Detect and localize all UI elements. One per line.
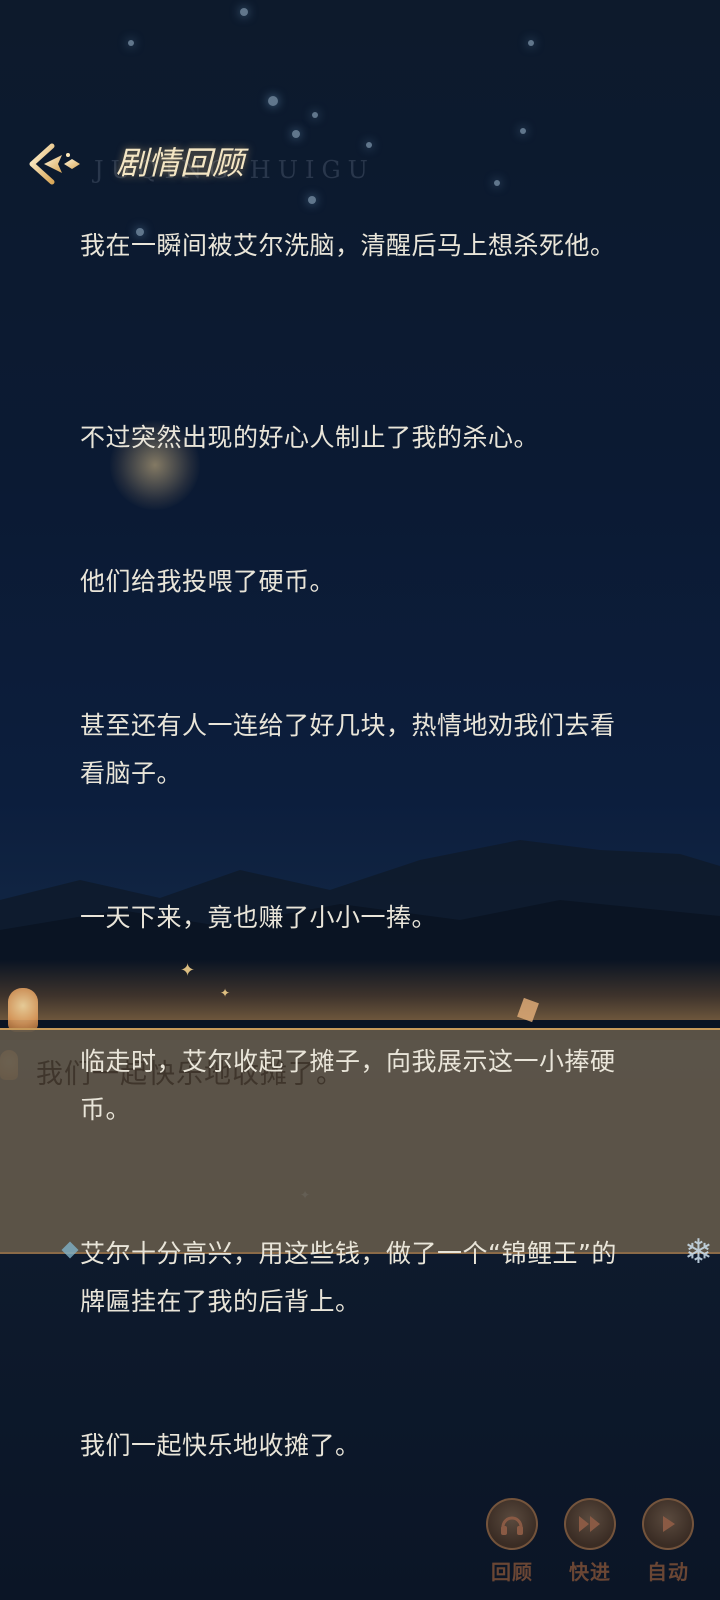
story-paragraph: 一天下来，竟也赚了小小一捧。 [80,903,438,932]
horizon-glow [0,960,720,1020]
fast-forward-button[interactable]: 快进 [558,1498,622,1585]
star [268,96,278,106]
review-label: 回顾 [491,1560,533,1584]
back-arrow-icon [29,143,80,185]
story-paragraph: 他们给我投喂了硬币。 [80,567,336,596]
auto-play-button[interactable]: 自动 [636,1498,700,1585]
star [528,40,534,46]
star [312,112,318,118]
story-paragraph: 我们一起快乐地收摊了。 [80,1431,361,1460]
page-title: 剧情回顾 [116,144,245,182]
story-paragraph: 我在一瞬间被艾尔洗脑，清醒后马上想杀死他。 [80,231,616,260]
story-paragraph: 不过突然出现的好心人制止了我的杀心。 [80,423,540,452]
play-icon [642,1498,694,1550]
fast-forward-label: 快进 [569,1560,611,1584]
story-paragraph: 艾尔十分高兴，用这些钱，做了一个“锦鲤王”的牌匾挂在了我的后背上。 [80,1239,617,1316]
lantern-icon [8,988,38,1032]
star [240,8,248,16]
snowflake-icon: ❄ [684,1232,713,1272]
sparkle-icon: ✦ [220,986,231,1000]
fast-forward-icon [564,1498,616,1550]
auto-label: 自动 [647,1560,689,1584]
story-paragraph: 甚至还有人一连给了好几块，热情地劝我们去看看脑子。 [80,711,616,788]
review-button[interactable]: 回顾 [480,1498,544,1585]
story-paragraph: 临走时，艾尔收起了摊子，向我展示这一小捧硬币。 [80,1047,616,1124]
playback-controls: 回顾 快进 自动 [480,1498,700,1588]
header: JUQING HUIGU 剧情回顾 [0,130,720,200]
headphones-icon [486,1498,538,1550]
sparkle-icon: ✦ [180,960,196,981]
back-button[interactable] [26,136,86,192]
star [128,40,134,46]
